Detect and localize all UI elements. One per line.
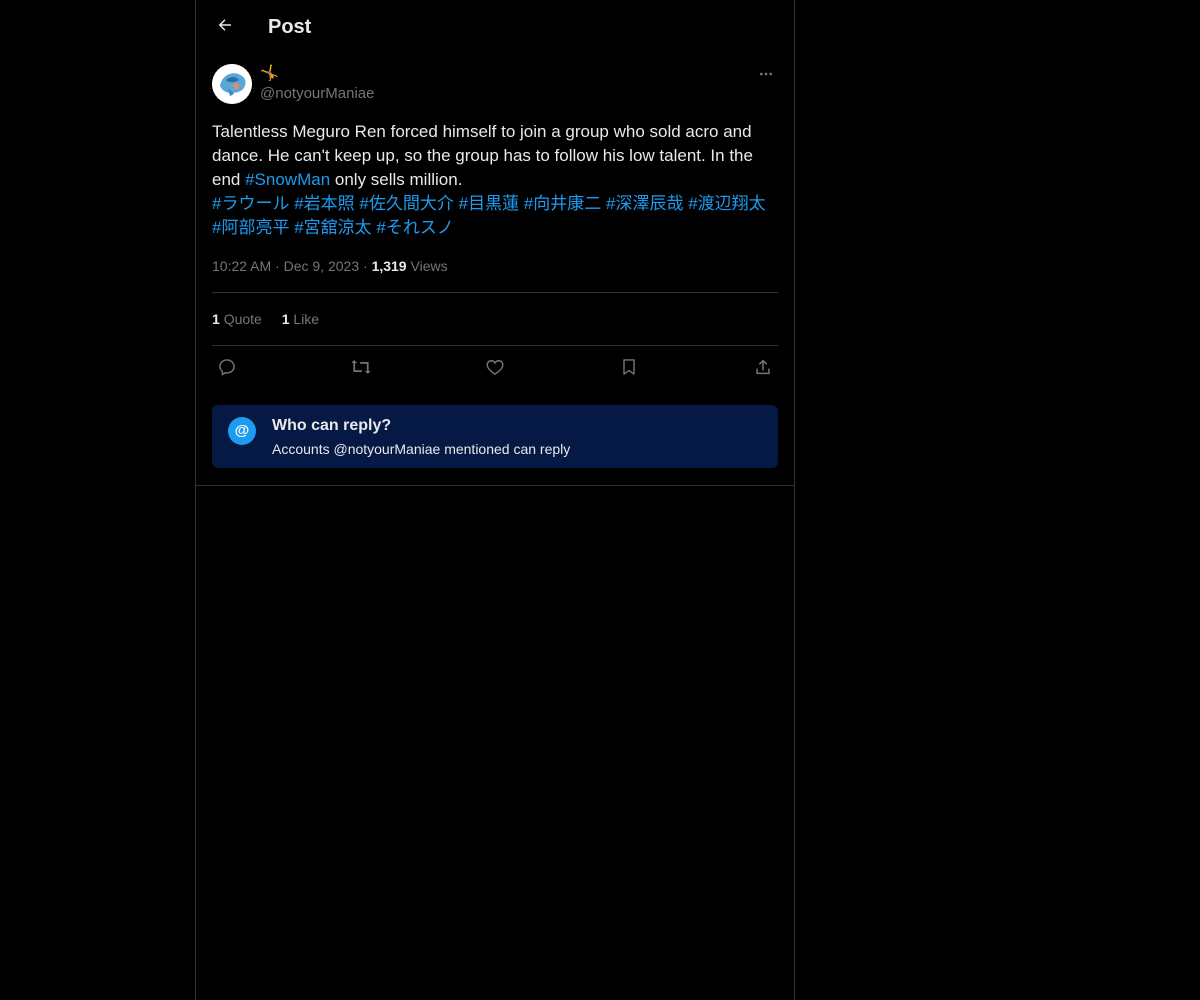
section-divider — [196, 485, 794, 486]
meta-separator: · — [275, 258, 280, 274]
hashtag-link[interactable]: #宮舘涼太 — [294, 218, 371, 237]
hashtag-link[interactable]: #SnowMan — [245, 170, 330, 189]
like-button[interactable] — [483, 357, 507, 381]
meta-separator: · — [363, 258, 368, 274]
post-meta: 10:22 AM · Dec 9, 2023 · 1,319 Views — [212, 256, 448, 276]
avatar[interactable] — [212, 64, 252, 104]
heart-icon — [485, 357, 505, 382]
reply-restriction-subtitle: Accounts @notyourManiae mentioned can re… — [272, 441, 571, 457]
divider — [212, 292, 778, 293]
hashtag-link[interactable]: #深澤辰哉 — [606, 194, 683, 213]
at-sign-icon: @ — [228, 417, 256, 445]
post-text: Talentless Meguro Ren forced himself to … — [212, 120, 778, 240]
quotes-stat[interactable]: 1 Quote — [212, 309, 262, 329]
page-title: Post — [268, 16, 312, 38]
post-date[interactable]: Dec 9, 2023 — [284, 258, 360, 274]
hashtag-link[interactable]: #渡辺翔太 — [688, 194, 765, 213]
likes-label: Like — [293, 311, 320, 327]
share-icon — [753, 357, 773, 382]
bookmark-icon — [619, 357, 639, 382]
likes-count: 1 — [281, 311, 290, 327]
hashtag-link[interactable]: #それスノ — [376, 218, 453, 237]
reply-icon — [217, 357, 237, 382]
share-button[interactable] — [751, 357, 775, 381]
hashtag-link[interactable]: #目黒蓮 — [459, 194, 519, 213]
user-handle[interactable]: @notyourManiae — [260, 84, 374, 104]
back-button[interactable] — [208, 10, 242, 44]
post-time[interactable]: 10:22 AM — [212, 258, 271, 274]
quotes-label: Quote — [223, 311, 262, 327]
hashtag-link[interactable]: #岩本照 — [294, 194, 354, 213]
hashtag-link[interactable]: #阿部亮平 — [212, 218, 289, 237]
display-name[interactable]: 🤸 — [260, 64, 374, 84]
post-actions — [212, 357, 778, 381]
arrow-left-icon — [216, 16, 234, 39]
repost-button[interactable] — [349, 357, 373, 381]
more-horizontal-icon — [758, 66, 774, 87]
reply-restriction-title: Who can reply? — [272, 417, 392, 434]
post-stats: 1 Quote 1 Like — [212, 309, 335, 329]
quotes-count: 1 — [212, 311, 220, 327]
reply-button[interactable] — [215, 357, 239, 381]
more-options-button[interactable] — [754, 64, 778, 88]
main-column: Post 🤸 @notyourManiae Talentless Meguro … — [195, 0, 795, 1000]
user-info: 🤸 @notyourManiae — [260, 64, 374, 104]
post-text-part-2: only sells million. — [330, 170, 463, 189]
page-header: Post — [196, 0, 794, 53]
hashtag-link[interactable]: #ラウール — [212, 194, 289, 213]
hashtag-link[interactable]: #佐久間大介 — [359, 194, 453, 213]
likes-stat[interactable]: 1 Like — [282, 309, 319, 329]
views-label: Views — [410, 258, 448, 274]
divider — [212, 345, 778, 346]
reply-restriction-notice[interactable]: @ Who can reply? Accounts @notyourManiae… — [212, 405, 778, 468]
bookmark-button[interactable] — [617, 357, 641, 381]
views-count: 1,319 — [371, 258, 407, 274]
hashtag-link[interactable]: #向井康二 — [524, 194, 601, 213]
repost-icon — [350, 356, 372, 383]
